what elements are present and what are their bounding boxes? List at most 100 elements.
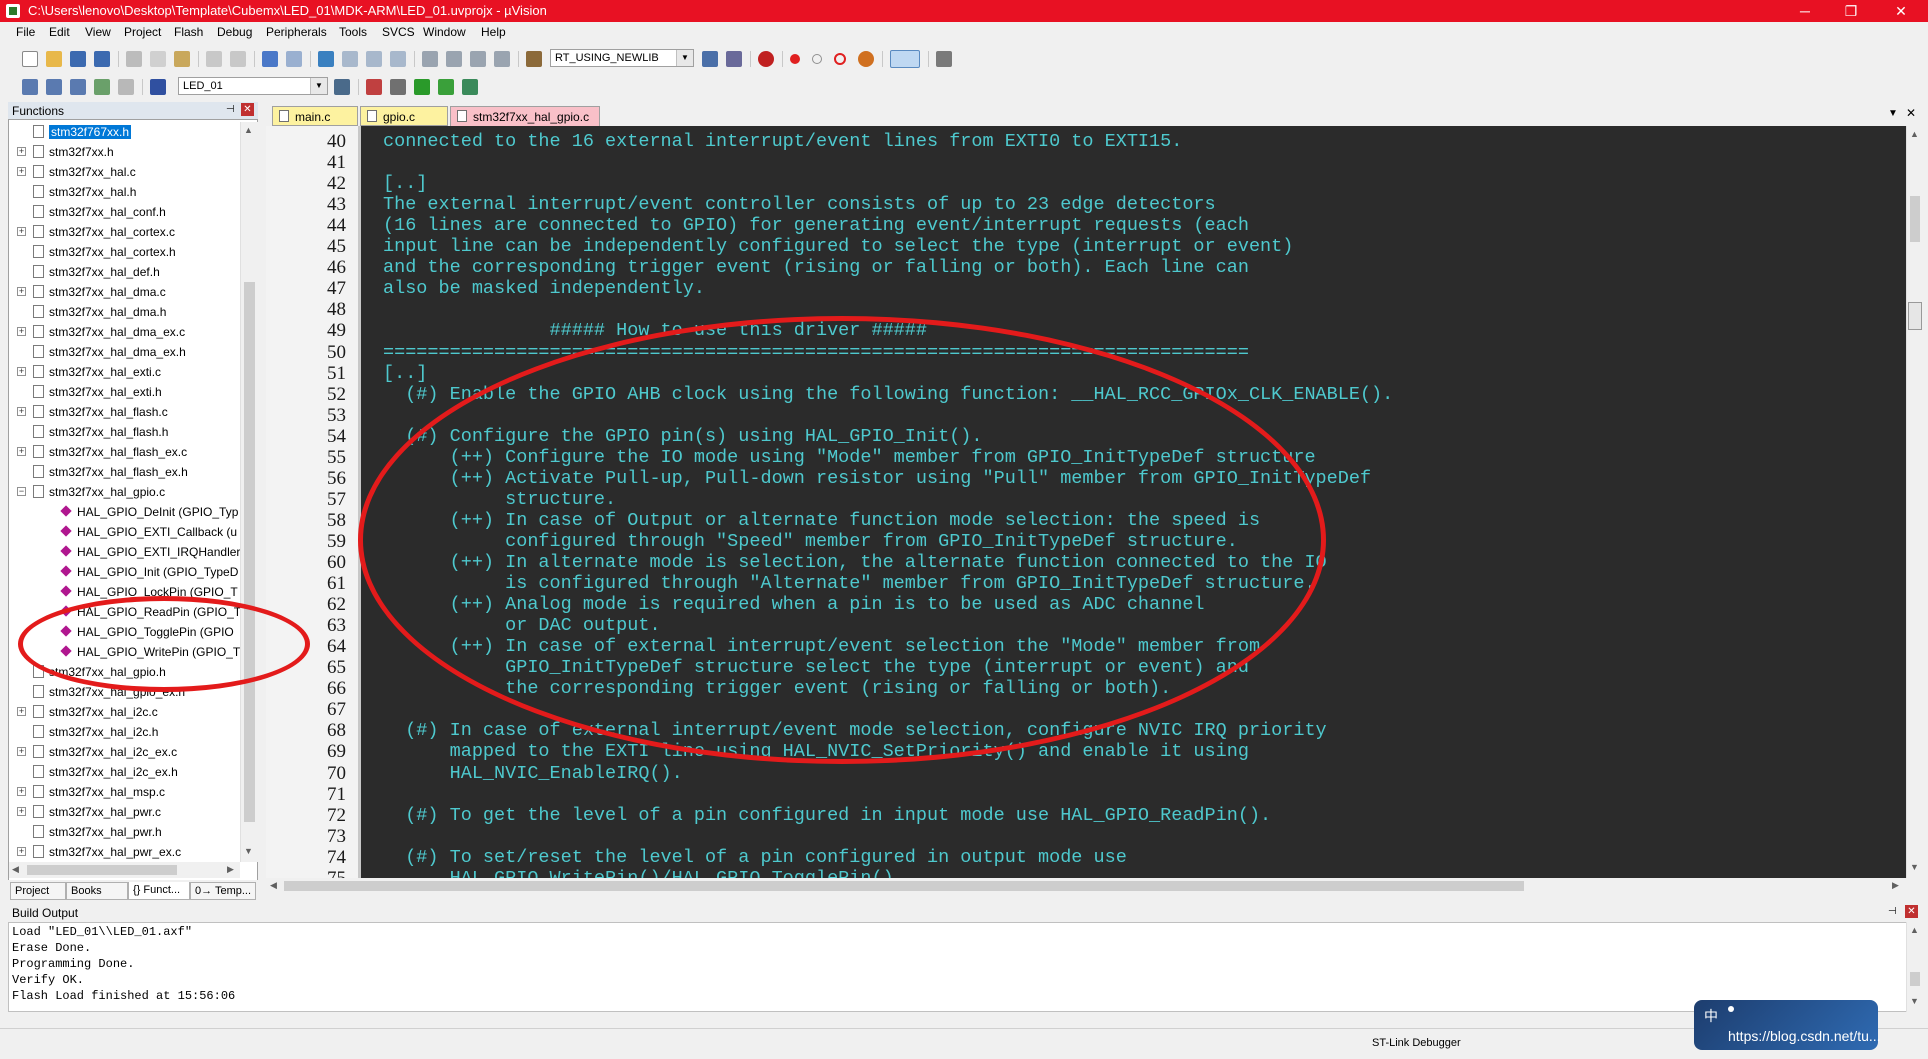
menu-help[interactable]: Help <box>481 25 506 39</box>
scroll-right-icon[interactable]: ▶ <box>227 864 234 875</box>
indent-icon[interactable] <box>422 51 438 67</box>
select-packs-icon[interactable] <box>390 79 406 95</box>
menu-window[interactable]: Window <box>423 25 466 39</box>
close-window-button[interactable]: ✕ <box>1874 0 1928 22</box>
code-line[interactable]: or DAC output. <box>383 615 660 636</box>
scroll-up-icon[interactable]: ▲ <box>244 125 253 135</box>
expand-icon[interactable]: + <box>17 847 26 856</box>
stop-build-icon[interactable] <box>118 79 134 95</box>
code-line[interactable]: connected to the 16 external interrupt/e… <box>383 131 1182 152</box>
expand-icon[interactable]: + <box>17 707 26 716</box>
code-line[interactable]: (++) Activate Pull-up, Pull-down resisto… <box>383 468 1371 489</box>
build-output-log[interactable] <box>8 922 1908 1012</box>
code-line[interactable]: mapped to the EXTI line using HAL_NVIC_S… <box>383 741 1249 762</box>
function-node[interactable]: HAL_GPIO_EXTI_IRQHandler <box>9 542 242 562</box>
translate-icon[interactable] <box>22 79 38 95</box>
new-file-icon[interactable] <box>22 51 38 67</box>
scroll-down-icon[interactable]: ▼ <box>244 846 253 856</box>
expand-icon[interactable]: + <box>17 287 26 296</box>
scroll-left-icon[interactable]: ◀ <box>12 864 19 875</box>
file-node[interactable]: stm32f767xx.h <box>9 122 242 142</box>
tab-main-c[interactable]: main.c <box>272 106 358 126</box>
expand-icon[interactable]: + <box>17 787 26 796</box>
scroll-right-icon[interactable]: ▶ <box>1892 880 1899 891</box>
comment-icon[interactable] <box>470 51 486 67</box>
file-node[interactable]: + stm32f7xx_hal_flash_ex.c <box>9 442 242 462</box>
file-node[interactable]: stm32f7xx_hal_gpio_ex.h <box>9 682 242 702</box>
manage-project-icon[interactable] <box>366 79 382 95</box>
close-tab-icon[interactable]: ✕ <box>1906 106 1916 120</box>
code-line[interactable]: GPIO_InitTypeDef structure select the ty… <box>383 657 1249 678</box>
file-node[interactable]: stm32f7xx_hal_cortex.h <box>9 242 242 262</box>
scroll-down-icon[interactable]: ▼ <box>1910 996 1919 1006</box>
menu-tools[interactable]: Tools <box>339 25 367 39</box>
code-line[interactable]: HAL_NVIC_EnableIRQ(). <box>383 763 683 784</box>
expand-icon[interactable]: + <box>17 807 26 816</box>
code-line[interactable]: ========================================… <box>383 342 1249 363</box>
next-bookmark-icon[interactable] <box>366 51 382 67</box>
code-line[interactable]: (#) To set/reset the level of a pin conf… <box>383 847 1127 868</box>
file-node[interactable]: stm32f7xx_hal_i2c.h <box>9 722 242 742</box>
configure-icon[interactable] <box>936 51 952 67</box>
function-node[interactable]: HAL_GPIO_WritePin (GPIO_T <box>9 642 242 662</box>
prev-bookmark-icon[interactable] <box>342 51 358 67</box>
code-line[interactable]: and the corresponding trigger event (ris… <box>383 257 1249 278</box>
batch-build-icon[interactable] <box>94 79 110 95</box>
kill-all-breakpoints-icon[interactable] <box>858 51 874 67</box>
expand-icon[interactable]: + <box>17 167 26 176</box>
nav-back-icon[interactable] <box>262 51 278 67</box>
menu-flash[interactable]: Flash <box>174 25 203 39</box>
file-node[interactable]: + stm32f7xx_hal_exti.c <box>9 362 242 382</box>
find-combo[interactable]: RT_USING_NEWLIB ▼ <box>550 49 694 67</box>
find-in-files-icon[interactable] <box>526 51 542 67</box>
tab-books[interactable]: Books <box>66 882 128 900</box>
code-line[interactable]: (#) Enable the GPIO AHB clock using the … <box>383 384 1393 405</box>
rebuild-icon[interactable] <box>70 79 86 95</box>
target-options-icon[interactable] <box>334 79 350 95</box>
expand-icon[interactable]: + <box>17 147 26 156</box>
function-node[interactable]: HAL_GPIO_DeInit (GPIO_Typ <box>9 502 242 522</box>
copy-icon[interactable] <box>150 51 166 67</box>
functions-tree-scrollbar[interactable]: ▲ ▼ <box>240 122 258 862</box>
file-node[interactable]: stm32f7xx_hal_dma.h <box>9 302 242 322</box>
file-node[interactable]: + stm32f7xx_hal_i2c_ex.c <box>9 742 242 762</box>
tab-stm32f7xx-hal-gpio-c[interactable]: stm32f7xx_hal_gpio.c <box>450 106 600 126</box>
menu-peripherals[interactable]: Peripherals <box>266 25 327 39</box>
file-node[interactable]: − stm32f7xx_hal_gpio.c <box>9 482 242 502</box>
function-node[interactable]: HAL_GPIO_ReadPin (GPIO_T <box>9 602 242 622</box>
file-node[interactable]: stm32f7xx_hal_dma_ex.h <box>9 342 242 362</box>
menu-view[interactable]: View <box>85 25 111 39</box>
file-node[interactable]: stm32f7xx_hal.h <box>9 182 242 202</box>
menu-file[interactable]: File <box>16 25 35 39</box>
code-line[interactable]: (++) In case of external interrupt/event… <box>383 636 1260 657</box>
tab-templates[interactable]: 0→ Temp... <box>190 882 256 900</box>
editor-horizontal-scrollbar[interactable]: ◀ ▶ <box>266 878 1906 894</box>
function-node[interactable]: HAL_GPIO_TogglePin (GPIO <box>9 622 242 642</box>
expand-icon[interactable]: + <box>17 747 26 756</box>
scroll-left-icon[interactable]: ◀ <box>270 880 277 891</box>
menu-debug[interactable]: Debug <box>217 25 252 39</box>
save-all-icon[interactable] <box>94 51 110 67</box>
file-node[interactable]: stm32f7xx_hal_flash_ex.h <box>9 462 242 482</box>
nav-forward-icon[interactable] <box>286 51 302 67</box>
code-line[interactable]: the corresponding trigger event (rising … <box>383 678 1171 699</box>
close-panel-icon[interactable]: ✕ <box>241 103 254 116</box>
unindent-icon[interactable] <box>446 51 462 67</box>
code-line[interactable]: (16 lines are connected to GPIO) for gen… <box>383 215 1249 236</box>
file-node[interactable]: + stm32f7xx_hal.c <box>9 162 242 182</box>
tab-gpio-c[interactable]: gpio.c <box>360 106 448 126</box>
functions-tree-hscrollbar[interactable]: ◀ ▶ <box>9 862 240 878</box>
code-line[interactable]: is configured through "Alternate" member… <box>383 573 1315 594</box>
expand-icon[interactable]: + <box>17 407 26 416</box>
file-node[interactable]: + stm32f7xx.h <box>9 142 242 162</box>
scroll-thumb[interactable] <box>284 881 1524 891</box>
file-node[interactable]: stm32f7xx_hal_flash.h <box>9 422 242 442</box>
function-node[interactable]: HAL_GPIO_LockPin (GPIO_T <box>9 582 242 602</box>
code-line[interactable]: (#) To get the level of a pin configured… <box>383 805 1271 826</box>
pin-icon[interactable]: ⊣ <box>226 104 235 115</box>
save-icon[interactable] <box>70 51 86 67</box>
pin-icon[interactable]: ⊣ <box>1888 906 1897 917</box>
code-line[interactable]: (++) In alternate mode is selection, the… <box>383 552 1327 573</box>
chevron-down-icon[interactable]: ▼ <box>676 50 693 66</box>
cut-icon[interactable] <box>126 51 142 67</box>
